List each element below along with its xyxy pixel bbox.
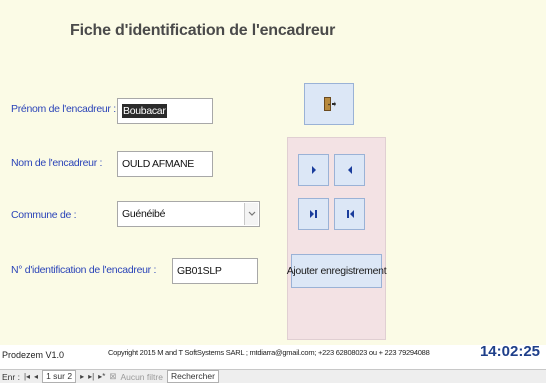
add-record-button[interactable]: Ajouter enregistrement xyxy=(287,254,387,288)
nom-label: Nom de l'encadreur : xyxy=(11,157,103,169)
identification-value: GB01SLP xyxy=(177,265,222,277)
dropdown-button[interactable] xyxy=(244,203,258,225)
next-record-icon[interactable]: ▸ xyxy=(80,372,84,381)
new-record-icon[interactable]: ▸* xyxy=(98,372,105,381)
exit-button[interactable] xyxy=(304,83,354,125)
last-icon xyxy=(309,210,317,218)
filter-icon: ⊠ xyxy=(109,371,117,381)
prenom-label: Prénom de l'encadreur : xyxy=(11,103,116,115)
prenom-value: Boubacar xyxy=(122,104,167,118)
previous-record-icon[interactable]: ◂ xyxy=(34,372,38,381)
identification-field[interactable]: GB01SLP xyxy=(172,258,258,284)
form-area: Fiche d'identification de l'encadreur Pr… xyxy=(0,0,546,345)
last-record-button[interactable] xyxy=(298,198,329,230)
nom-value: OULD AFMANE xyxy=(122,158,194,170)
next-record-button[interactable] xyxy=(298,154,329,186)
record-position[interactable]: 1 sur 2 xyxy=(42,370,77,383)
chevron-down-icon xyxy=(248,211,255,216)
first-record-button[interactable] xyxy=(334,198,365,230)
door-exit-icon xyxy=(324,97,336,111)
copyright-text: Copyright 2015 M and T SoftSystems SARL … xyxy=(108,348,430,357)
commune-value: Guénéibé xyxy=(122,208,166,220)
record-navigation-bar: Enr : |◂ ◂ 1 sur 2 ▸ ▸| ▸* ⊠ Aucun filtr… xyxy=(0,369,546,383)
form-title: Fiche d'identification de l'encadreur xyxy=(70,22,336,39)
clock: 14:02:25 xyxy=(479,343,540,360)
navigation-panel: Ajouter enregistrement xyxy=(287,137,387,340)
commune-label: Commune de : xyxy=(11,209,77,221)
last-record-icon[interactable]: ▸| xyxy=(88,372,94,381)
first-icon xyxy=(346,210,354,218)
previous-icon xyxy=(347,166,352,174)
identification-label: N° d'identification de l'encadreur : xyxy=(11,264,157,276)
add-record-label: Ajouter enregistrement xyxy=(286,265,387,277)
app-name: Prodezem V1.0 xyxy=(2,350,65,360)
next-icon xyxy=(311,166,316,174)
previous-record-button[interactable] xyxy=(334,154,365,186)
nom-field[interactable]: OULD AFMANE xyxy=(117,151,213,177)
record-label: Enr : xyxy=(2,371,20,382)
filter-status[interactable]: Aucun filtre xyxy=(120,372,163,382)
search-input[interactable]: Rechercher xyxy=(166,370,219,383)
commune-select[interactable]: Guénéibé xyxy=(117,201,260,227)
first-record-icon[interactable]: |◂ xyxy=(24,372,30,381)
prenom-field[interactable]: Boubacar xyxy=(117,98,213,124)
